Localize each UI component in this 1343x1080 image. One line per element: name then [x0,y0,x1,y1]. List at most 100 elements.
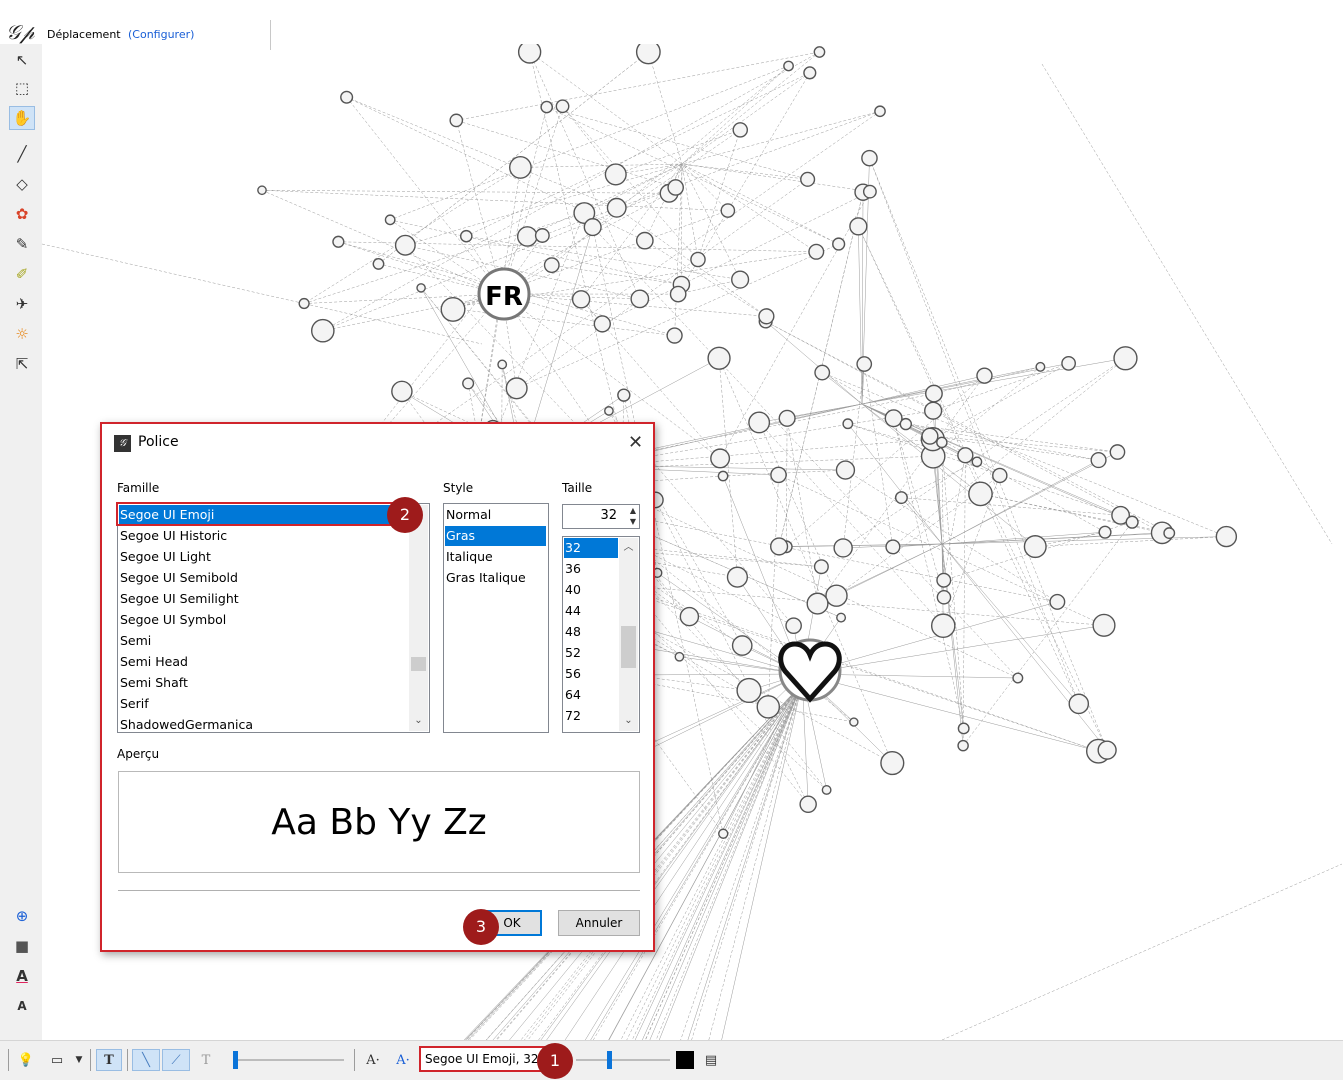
graph-node[interactable] [733,123,747,137]
graph-node[interactable] [857,357,871,371]
chevron-down-icon[interactable]: ▼ [72,1049,86,1071]
sun-tool-icon[interactable]: ☼ [9,322,35,346]
plane-tool-icon[interactable]: ✈ [9,292,35,316]
graph-node[interactable] [771,538,788,555]
graph-node[interactable] [836,461,854,479]
size-item[interactable]: 64 [564,685,581,705]
graph-node[interactable] [977,368,992,383]
label-size-tool-icon[interactable]: A [9,994,35,1018]
graph-node[interactable] [749,412,770,433]
graph-node[interactable] [800,796,816,812]
graph-node[interactable] [737,679,761,703]
style-item[interactable]: Normal [445,505,546,525]
graph-node[interactable] [801,172,815,186]
size-item[interactable]: 48 [564,622,581,642]
graph-node[interactable] [519,44,541,63]
graph-node[interactable] [708,347,730,369]
zoom-fit-tool-icon[interactable]: ⊕ [9,904,35,928]
graph-node[interactable] [862,151,877,166]
graph-node[interactable] [937,591,950,604]
family-item[interactable]: Segoe UI Historic [119,526,227,546]
graph-node[interactable] [993,468,1007,482]
graph-node[interactable] [885,410,902,427]
graph-node[interactable] [718,471,727,480]
graph-node[interactable] [510,157,531,178]
graph-node[interactable] [506,378,527,399]
family-item[interactable]: Segoe UI Semilight [119,589,239,609]
graph-node[interactable] [541,101,552,112]
label-color-swatch[interactable] [675,1049,695,1071]
graph-node[interactable] [691,252,705,266]
graph-node[interactable] [875,106,885,116]
graph-node[interactable] [1098,741,1116,759]
graph-node[interactable] [721,204,734,217]
graph-node[interactable] [631,290,648,307]
pencil-tool-icon[interactable]: ✎ [9,232,35,256]
graph-node[interactable] [333,236,344,247]
highlighter-tool-icon[interactable]: ✐ [9,262,35,286]
size-item[interactable]: 52 [564,643,581,663]
graph-node[interactable] [1164,528,1174,538]
size-spinner[interactable]: 32 ▲▼ [562,504,640,529]
graph-node[interactable] [972,457,981,466]
graph-node[interactable] [545,258,559,272]
graph-node[interactable] [896,492,908,504]
graph-node[interactable] [668,180,683,195]
label-text-icon[interactable]: T [194,1049,218,1071]
graph-node[interactable] [396,235,416,255]
graph-node[interactable] [809,244,824,259]
style-list[interactable]: Normal Gras Italique Gras Italique [443,503,549,733]
graph-node[interactable] [1069,694,1088,713]
label-font-field[interactable]: Segoe UI Emoji, 32 [419,1046,545,1072]
graph-node[interactable] [1036,363,1045,372]
graph-node[interactable] [925,402,942,419]
graph-node[interactable] [584,219,601,236]
graph-node[interactable] [958,448,973,463]
graph-node[interactable] [1114,347,1137,370]
graph-node[interactable] [864,185,876,197]
graph-node[interactable] [886,540,900,554]
family-scroll-thumb[interactable] [411,657,426,671]
graph-node[interactable] [733,636,752,655]
family-item[interactable]: Semi [119,631,151,651]
text-bigger-button[interactable]: A· [392,1049,414,1071]
close-icon[interactable]: ✕ [628,432,643,453]
graph-node[interactable] [937,437,947,447]
graph-node[interactable] [779,410,795,426]
label-size-slider[interactable] [576,1059,670,1061]
graph-node[interactable] [607,199,626,218]
graph-node[interactable] [771,467,786,482]
graph-node[interactable] [786,618,801,633]
graph-node[interactable] [1126,516,1138,528]
graph-node[interactable] [618,389,630,401]
edge-weight-slider[interactable] [234,1059,344,1061]
graph-node[interactable] [556,100,568,112]
help-pointer-tool-icon[interactable]: ⇱ [9,352,35,376]
graph-node[interactable] [815,365,829,379]
size-list[interactable]: 32 36 40 44 48 52 56 64 72 ︿ ⌄ [562,536,640,733]
graph-node[interactable] [1091,453,1106,468]
label-color-tool-icon[interactable]: A [9,964,35,988]
label-attributes-icon[interactable]: ▤ [700,1049,722,1071]
size-item[interactable]: 44 [564,601,581,621]
graph-node[interactable] [670,286,685,301]
graph-node[interactable] [932,614,955,637]
size-item[interactable]: 36 [564,559,581,579]
family-item[interactable]: Segoe UI Semibold [119,568,238,588]
graph-node[interactable] [1099,526,1111,538]
graph-node[interactable] [573,291,590,308]
graph-node[interactable] [727,567,747,587]
graph-node[interactable] [341,91,353,103]
graph-node[interactable] [719,829,728,838]
family-item[interactable]: Semi Shaft [119,673,188,693]
size-scroll-thumb[interactable] [621,626,636,668]
size-item[interactable]: 56 [564,664,581,684]
chevron-up-icon[interactable]: ︿ [619,540,638,556]
show-labels-icon[interactable]: T [96,1049,122,1071]
graph-node[interactable] [850,718,858,726]
graph-node[interactable] [637,233,653,249]
size-item-selected[interactable]: 32 [564,538,618,558]
size-scrollbar[interactable]: ︿ ⌄ [619,538,638,731]
graph-node[interactable] [637,44,660,64]
graph-node[interactable] [814,47,824,57]
